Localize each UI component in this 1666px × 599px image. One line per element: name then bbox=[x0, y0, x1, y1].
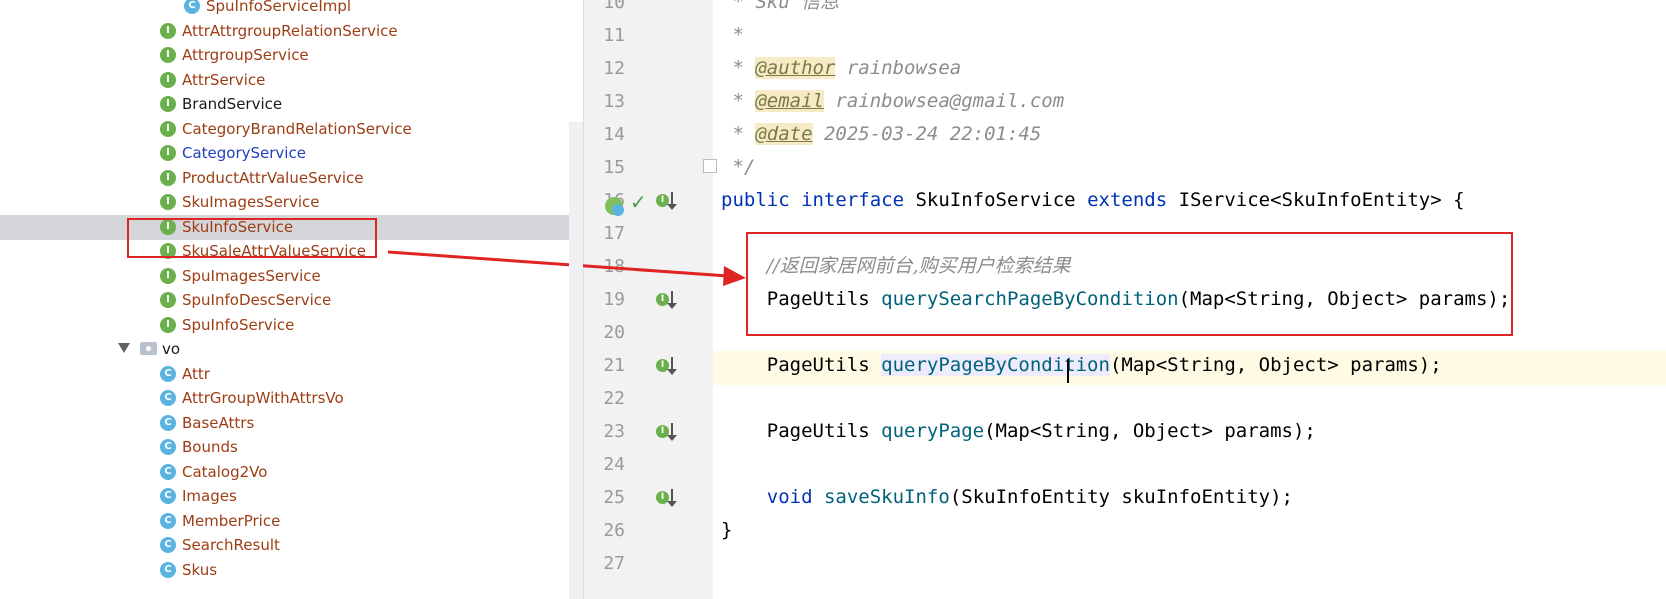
annotation-arrow bbox=[387, 250, 746, 286]
tree-scrollbar[interactable] bbox=[569, 122, 583, 599]
